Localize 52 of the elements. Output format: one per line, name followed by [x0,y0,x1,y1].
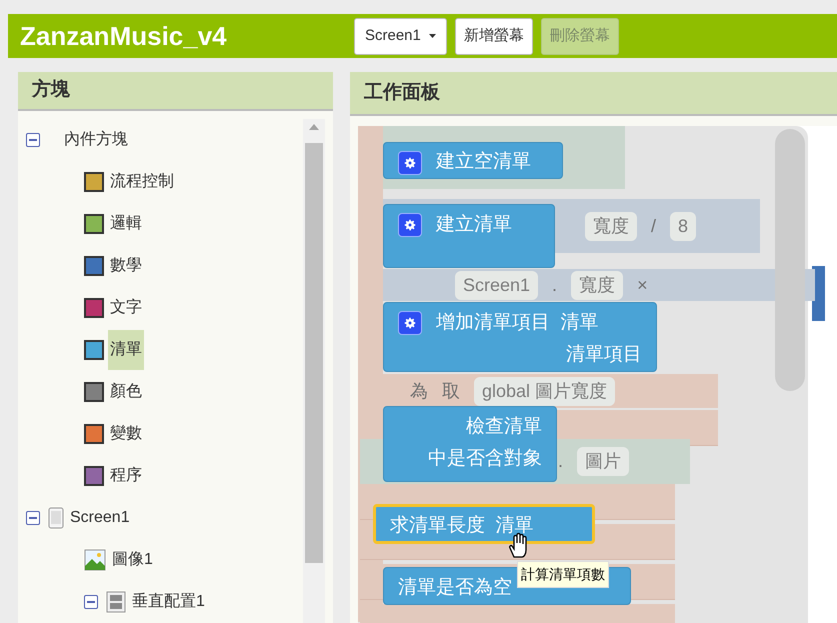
block-label: 清單項目 [566,342,642,367]
category-swatch-icon [84,214,104,234]
collapse-icon[interactable] [26,511,40,525]
block-label: 求清單長度 清單 [390,514,534,538]
tree-item[interactable]: 文字 [108,288,144,328]
tree-item[interactable]: 流程控制 [108,162,176,202]
block-label: 建立清單 [436,212,512,237]
category-swatch-icon [84,172,104,192]
gear-icon[interactable] [398,150,422,174]
faded-label: . [558,450,564,473]
tree-item[interactable]: 圖像1 [110,540,155,580]
tree-item[interactable]: 邏輯 [108,204,144,244]
faded-label: . [552,274,558,296]
tree-item[interactable]: 數學 [108,246,144,286]
block-label: 中是否含對象 [428,446,542,471]
collapse-icon[interactable] [26,133,40,147]
block-label: 建立空清單 [436,150,531,174]
screen-dropdown[interactable]: Screen1 [354,18,447,54]
image-icon [84,549,106,571]
faded-label: 取 [442,380,460,402]
scrollbar-thumb[interactable] [775,129,805,391]
block-label: 清單是否為空 [398,576,512,600]
screen-icon [48,507,64,529]
tree-item[interactable]: 垂直配置1 [130,582,207,622]
category-swatch-icon [84,256,104,276]
block-label: 檢查清單 [466,414,542,439]
project-title: ZanzanMusic_v4 [20,20,228,52]
tree-item[interactable]: 顏色 [108,372,144,412]
panel-title: 工作面板 [364,80,440,105]
category-swatch-icon [84,382,104,402]
scrollbar[interactable] [303,119,325,623]
gear-icon[interactable] [398,311,422,335]
category-swatch-icon [84,298,104,318]
tree-item[interactable]: 變數 [108,414,144,454]
tree-item[interactable]: 程序 [108,456,144,496]
gear-icon[interactable] [398,213,422,237]
category-swatch-icon [84,340,104,360]
arrangement-icon [106,591,126,613]
panel-title: 方塊 [32,78,70,102]
collapse-icon[interactable] [84,595,98,609]
tooltip: 計算清單項數 [517,561,609,588]
caret-icon [428,34,436,38]
faded-label: 為 [410,380,428,402]
faded-label: × [637,274,648,296]
screen-button[interactable]: 新增螢幕 [454,18,533,54]
block-label: 增加清單項目 清單 [436,310,599,335]
tree-item[interactable]: 內件方塊 [62,120,130,160]
tree-item[interactable]: Screen1 [68,498,132,538]
category-swatch-icon [84,466,104,486]
faded-label: / [651,214,656,238]
tree-item[interactable]: 清單 [108,330,144,370]
category-swatch-icon [84,424,104,444]
